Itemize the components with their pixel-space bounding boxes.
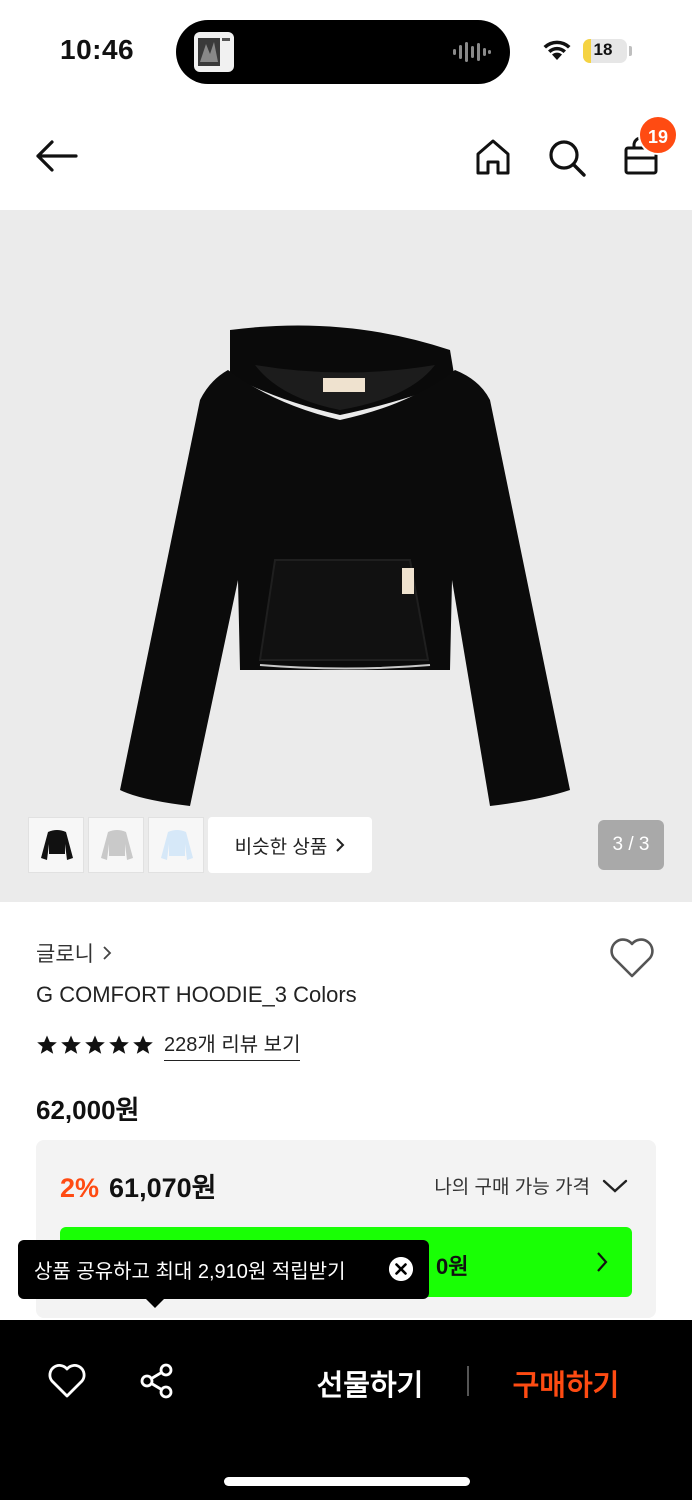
wishlist-heart-icon[interactable] xyxy=(608,936,656,980)
rating-stars xyxy=(36,1034,154,1056)
star-icon xyxy=(133,1035,153,1054)
share-reward-tooltip: 상품 공유하고 최대 2,910원 적립받기 xyxy=(18,1240,429,1299)
status-time: 10:46 xyxy=(60,34,135,65)
now-playing-thumbnail xyxy=(194,32,234,72)
audio-wave-icon xyxy=(453,42,491,62)
product-image-gallery[interactable]: 비슷한 상품 3 / 3 xyxy=(0,210,692,902)
review-link[interactable]: 228개 리뷰 보기 xyxy=(164,1028,301,1061)
bottom-divider xyxy=(467,1366,469,1396)
coupon-benefit-text: 0원 xyxy=(436,1254,469,1279)
similar-products-button[interactable]: 비슷한 상품 xyxy=(208,817,372,873)
wifi-icon xyxy=(543,40,571,60)
thumbnail-black[interactable] xyxy=(28,817,84,873)
similar-products-label: 비슷한 상품 xyxy=(234,836,328,858)
star-icon xyxy=(61,1035,81,1054)
chevron-right-icon xyxy=(103,946,112,960)
rating-row: 228개 리뷰 보기 xyxy=(36,1028,301,1061)
battery-level: 18 xyxy=(593,40,613,59)
my-price-label: 나의 구매 가능 가격 xyxy=(434,1177,590,1198)
status-bar: 10:46 18 xyxy=(0,0,692,100)
brand-link[interactable]: 글로니 xyxy=(36,938,112,968)
tooltip-text: 상품 공유하고 최대 2,910원 적립받기 xyxy=(34,1261,346,1283)
chevron-right-icon xyxy=(597,1252,608,1272)
dynamic-island[interactable] xyxy=(176,20,510,84)
close-icon[interactable] xyxy=(389,1257,413,1281)
wishlist-heart-icon[interactable] xyxy=(48,1363,86,1399)
battery-icon: 18 xyxy=(583,39,627,63)
top-nav-bar xyxy=(0,100,692,210)
thumbnail-light-blue[interactable] xyxy=(148,817,204,873)
search-icon[interactable] xyxy=(547,138,587,178)
home-indicator[interactable] xyxy=(224,1477,470,1486)
buy-button[interactable]: 구매하기 xyxy=(496,1362,636,1402)
back-arrow-icon[interactable] xyxy=(34,138,78,174)
chevron-right-icon xyxy=(336,838,345,852)
product-name: G COMFORT HOODIE_3 Colors xyxy=(36,982,357,1007)
discount-row: 2% 61,070원 xyxy=(60,1166,216,1205)
star-icon xyxy=(109,1035,129,1054)
battery-nub xyxy=(629,46,632,56)
thumbnail-gray[interactable] xyxy=(88,817,144,873)
bottom-action-bar: 선물하기 구매하기 xyxy=(0,1320,692,1500)
tooltip-tail xyxy=(145,1298,165,1308)
star-icon xyxy=(37,1035,57,1054)
cart-count-badge: 19 xyxy=(638,115,678,155)
chevron-down-icon xyxy=(602,1179,628,1193)
discount-price: 61,070원 xyxy=(109,1173,217,1203)
product-image-black-hoodie xyxy=(120,325,570,806)
home-icon[interactable] xyxy=(474,138,512,176)
discount-rate: 2% xyxy=(60,1173,100,1203)
image-page-indicator: 3 / 3 xyxy=(598,820,664,870)
original-price: 62,000원 xyxy=(36,1095,140,1125)
brand-name: 글로니 xyxy=(36,943,94,966)
gift-button[interactable]: 선물하기 xyxy=(300,1362,440,1402)
star-icon xyxy=(85,1035,105,1054)
my-price-toggle[interactable]: 나의 구매 가능 가격 xyxy=(434,1172,628,1199)
share-icon[interactable] xyxy=(139,1362,175,1400)
